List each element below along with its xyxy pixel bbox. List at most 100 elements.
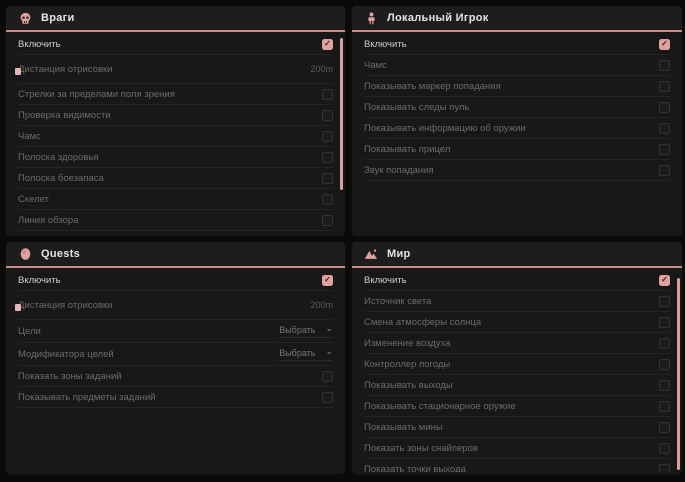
setting-row: Смена атмосферы солнца bbox=[364, 312, 670, 333]
checkbox[interactable] bbox=[659, 443, 670, 454]
setting-label: Чамс bbox=[18, 131, 41, 142]
checkbox[interactable]: ✓ bbox=[322, 39, 333, 50]
setting-label: Показывать мины bbox=[364, 422, 443, 433]
setting-label: Модификатора целей bbox=[18, 349, 114, 360]
checkbox[interactable] bbox=[659, 338, 670, 349]
slider-value: 200m bbox=[310, 300, 333, 310]
slider-handle[interactable] bbox=[15, 304, 21, 311]
chevron-down-icon: ⌄ bbox=[325, 324, 333, 333]
setting-label: Показать точки выхода bbox=[364, 464, 466, 473]
setting-row: Включить ✓ bbox=[18, 270, 333, 291]
setting-row: Показывать выходы bbox=[364, 375, 670, 396]
panel-enemies-header: Враги bbox=[6, 6, 345, 32]
setting-label: Смена атмосферы солнца bbox=[364, 317, 481, 328]
checkbox[interactable] bbox=[659, 422, 670, 433]
setting-label: Дистанция отрисовки bbox=[18, 64, 112, 75]
setting-label: Изменение воздуха bbox=[364, 338, 451, 349]
setting-label: Проверка видимости bbox=[18, 110, 111, 121]
checkbox[interactable] bbox=[322, 152, 333, 163]
dropdown-value: Выбрать bbox=[279, 348, 315, 358]
setting-row: Чамс bbox=[364, 55, 670, 76]
setting-row: Показывать предметы заданий bbox=[18, 387, 333, 408]
checkbox[interactable] bbox=[659, 165, 670, 176]
setting-label: Включить bbox=[364, 39, 407, 50]
setting-row: Звук попадания bbox=[364, 160, 670, 181]
checkbox[interactable] bbox=[659, 317, 670, 328]
checkbox[interactable] bbox=[659, 296, 670, 307]
setting-row: Показывать информацию об оружии bbox=[364, 118, 670, 139]
setting-row: Линия обзора bbox=[18, 210, 333, 231]
checkbox[interactable]: ✓ bbox=[659, 39, 670, 50]
setting-row: Проверка видимости bbox=[18, 105, 333, 126]
panel-world-header: Мир bbox=[352, 242, 682, 268]
checkbox[interactable] bbox=[322, 173, 333, 184]
setting-row: Стрелки за пределами поля зрения bbox=[18, 84, 333, 105]
setting-row: Включить ✓ bbox=[364, 34, 670, 55]
setting-label: Показывать следы пуль bbox=[364, 102, 469, 113]
setting-row: Изменение воздуха bbox=[364, 333, 670, 354]
setting-label: Показывать стационарное оружие bbox=[364, 401, 516, 412]
dropdown[interactable]: Выбрать⌄ bbox=[279, 325, 333, 338]
panel-local-player-content: Включить ✓ Чамс Показывать маркер попадания… bbox=[352, 32, 682, 234]
chevron-down-icon: ⌄ bbox=[325, 347, 333, 356]
setting-label: Скелет bbox=[18, 194, 49, 205]
setting-label: Показывать маркер попадания bbox=[364, 81, 501, 92]
panel-title: Quests bbox=[41, 248, 80, 260]
checkbox[interactable] bbox=[659, 102, 670, 113]
setting-label: Звук попадания bbox=[364, 165, 434, 176]
scrollbar[interactable] bbox=[677, 278, 680, 470]
setting-label: Дистанция отрисовки bbox=[18, 300, 112, 311]
checkbox[interactable] bbox=[659, 144, 670, 155]
checkbox[interactable] bbox=[659, 464, 670, 473]
setting-label: Включить bbox=[364, 275, 407, 286]
panel-quests: Quests Включить ✓ Дистанция отрисовки 200m Ц… bbox=[6, 242, 345, 474]
setting-label: Показывать выходы bbox=[364, 380, 453, 391]
setting-row: Полоска боезапаса bbox=[18, 168, 333, 189]
setting-label: Полоска боезапаса bbox=[18, 173, 104, 184]
setting-label: Показывать информацию об оружии bbox=[364, 123, 526, 134]
setting-row: Показывать стационарное оружие bbox=[364, 396, 670, 417]
checkbox[interactable] bbox=[659, 60, 670, 71]
setting-label: Показать зоны снайперов bbox=[364, 443, 478, 454]
setting-row: Показать точки выхода bbox=[364, 459, 670, 472]
setting-row: Показать зоны заданий bbox=[18, 366, 333, 387]
setting-label: Цели bbox=[18, 326, 41, 337]
checkbox[interactable] bbox=[659, 81, 670, 92]
setting-label: Показывать предметы заданий bbox=[18, 392, 155, 403]
checkbox[interactable] bbox=[659, 123, 670, 134]
checkbox[interactable] bbox=[659, 401, 670, 412]
mountain-icon bbox=[364, 247, 378, 261]
setting-row: Показать зоны снайперов bbox=[364, 438, 670, 459]
dropdown[interactable]: Выбрать ⌄ bbox=[279, 348, 333, 361]
checkbox[interactable] bbox=[322, 371, 333, 382]
setting-row: Показывать следы пуль bbox=[18, 231, 333, 234]
slider-handle[interactable] bbox=[15, 68, 21, 75]
checkbox[interactable] bbox=[322, 392, 333, 403]
setting-row: Модификатора целей Выбрать ⌄ bbox=[18, 343, 333, 366]
checkbox[interactable] bbox=[322, 194, 333, 205]
skull-icon bbox=[18, 11, 32, 25]
setting-row: Показывать маркер попадания bbox=[364, 76, 670, 97]
mod-menu: Враги Включить ✓ Дистанция отрисовки 200m Ст… bbox=[0, 0, 685, 482]
setting-label: Включить bbox=[18, 275, 61, 286]
setting-row: Скелет bbox=[18, 189, 333, 210]
scrollbar[interactable] bbox=[340, 38, 343, 190]
checkbox[interactable]: ✓ bbox=[322, 275, 333, 286]
panel-local-player: Локальный Игрок Включить✓ЧамсПоказывать … bbox=[352, 6, 682, 236]
panel-quests-content: Включить ✓ Дистанция отрисовки 200m Цели Выбр… bbox=[6, 268, 345, 472]
setting-label: Показывать прицел bbox=[364, 144, 450, 155]
setting-row: Цели Выбрать⌄ bbox=[18, 320, 333, 343]
setting-label: Стрелки за пределами поля зрения bbox=[18, 89, 175, 100]
setting-row: Дистанция отрисовки 200m bbox=[18, 291, 333, 320]
checkbox[interactable]: ✓ bbox=[659, 275, 670, 286]
checkbox[interactable] bbox=[322, 131, 333, 142]
checkbox[interactable] bbox=[659, 380, 670, 391]
setting-label: Линия обзора bbox=[18, 215, 79, 226]
setting-row: Полоска здоровья bbox=[18, 147, 333, 168]
checkbox[interactable] bbox=[322, 89, 333, 100]
panel-title: Мир bbox=[387, 248, 411, 260]
panel-world-content: Включить✓Источник светаСмена атмосферы с… bbox=[352, 268, 682, 472]
checkbox[interactable] bbox=[322, 110, 333, 121]
checkbox[interactable] bbox=[659, 359, 670, 370]
checkbox[interactable] bbox=[322, 215, 333, 226]
